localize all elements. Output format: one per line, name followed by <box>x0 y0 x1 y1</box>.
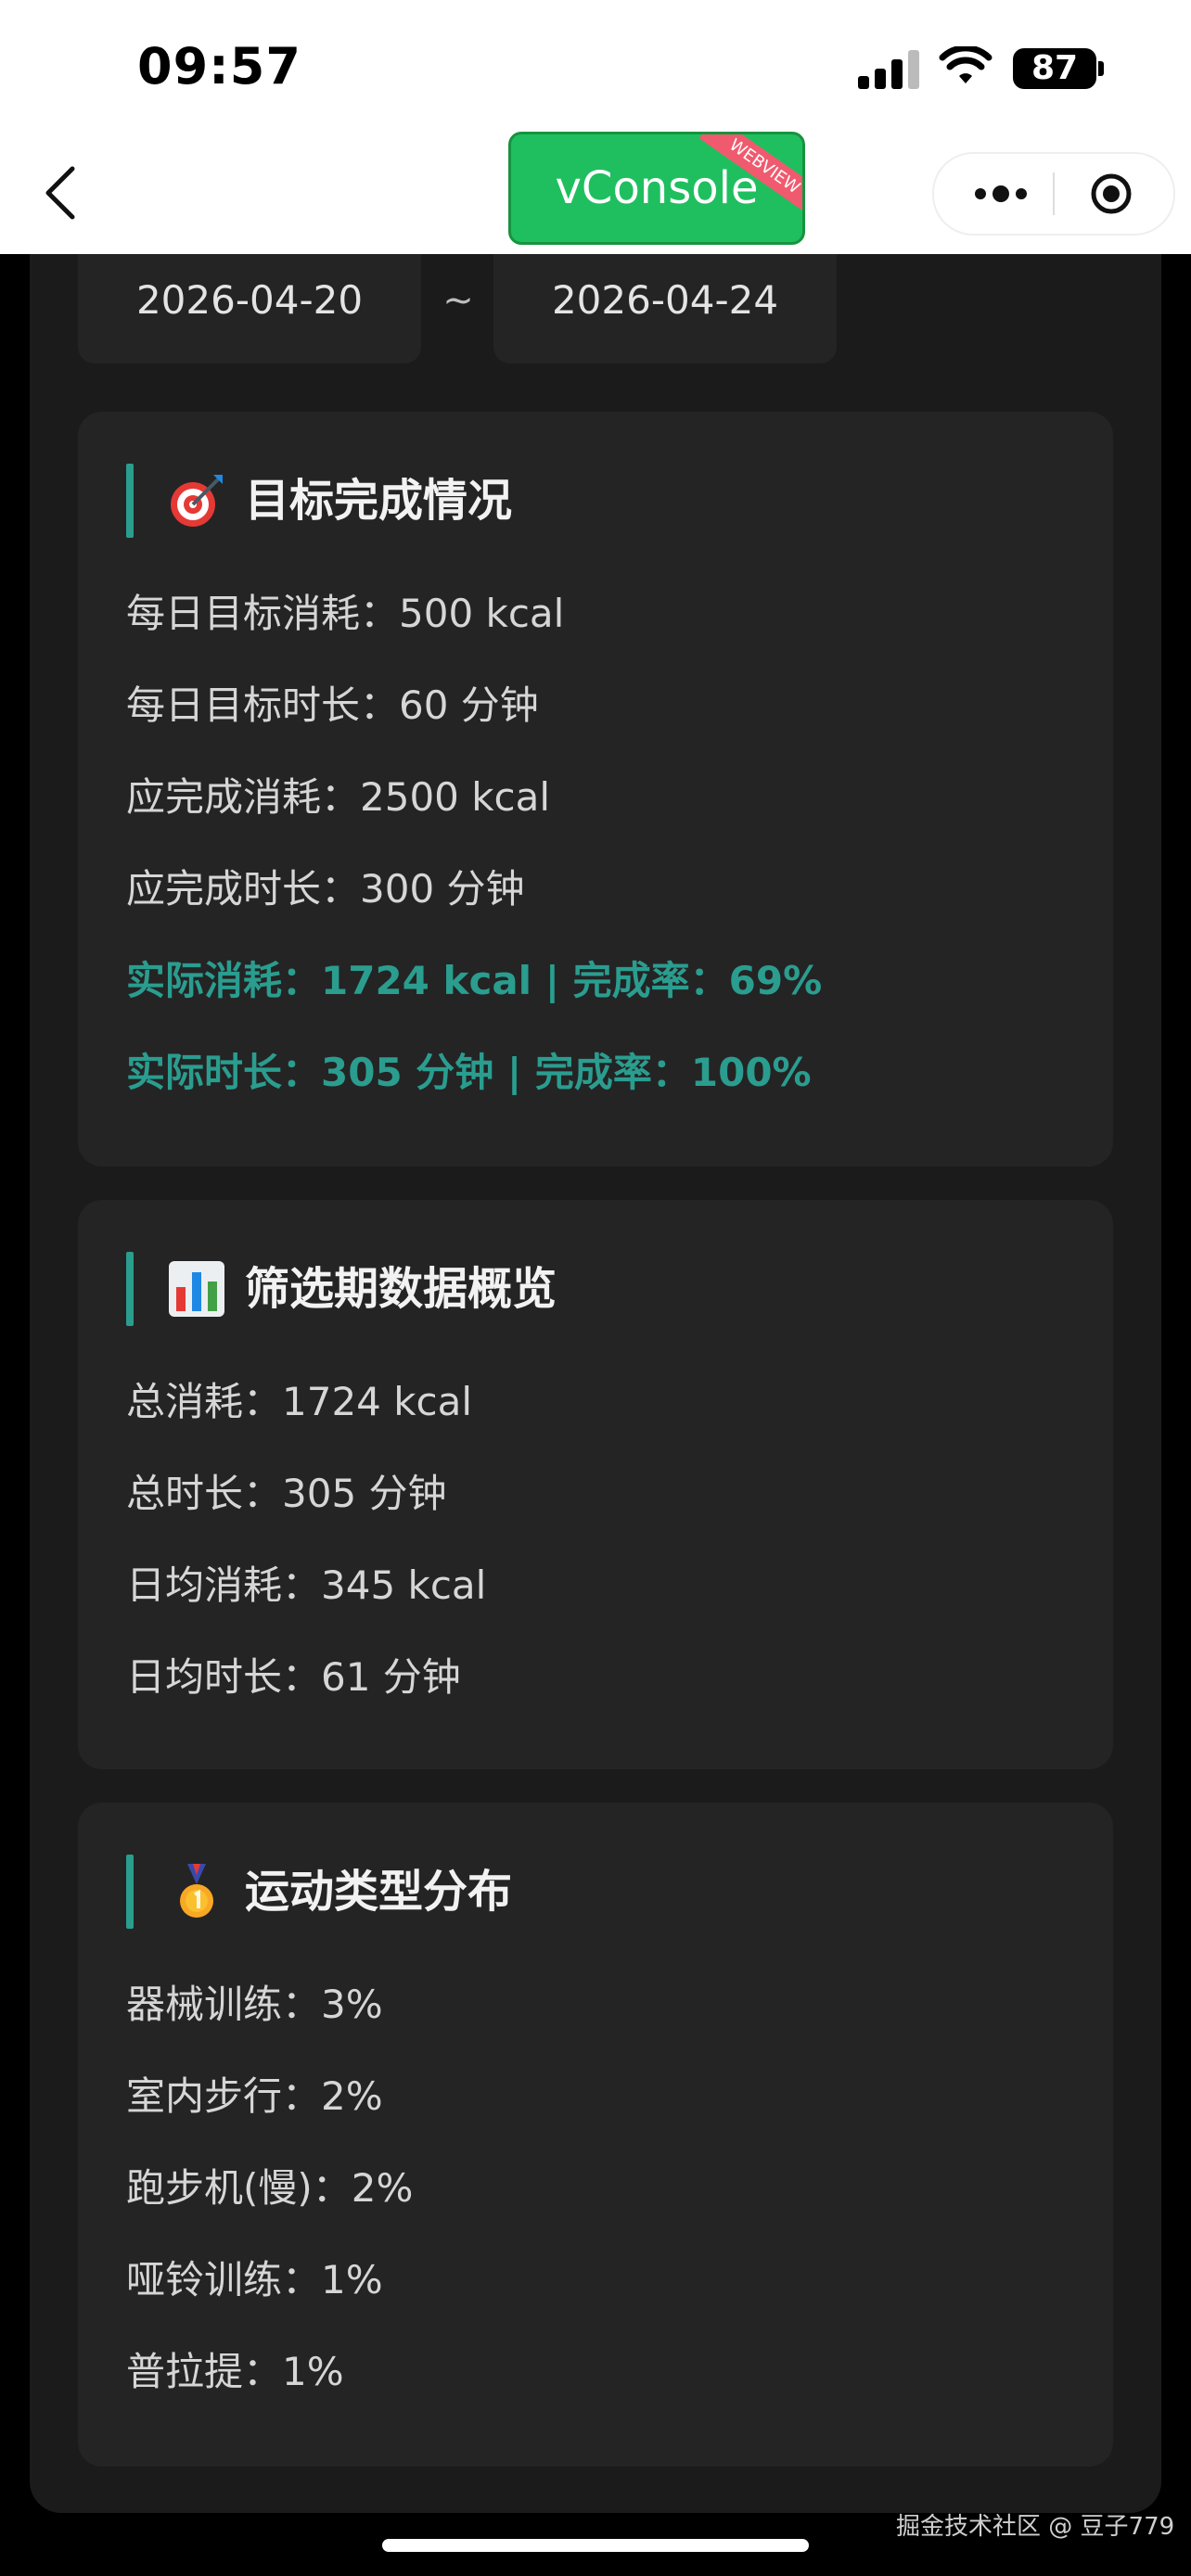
status-time: 09:57 <box>137 37 301 96</box>
back-arrow-icon[interactable] <box>43 165 80 221</box>
accent-bar <box>126 1252 134 1326</box>
close-target-icon[interactable] <box>1090 172 1133 215</box>
cellular-signal-icon <box>858 46 919 89</box>
daily-target-burn: 每日目标消耗：500 kcal <box>126 591 565 636</box>
avg-daily-burn: 日均消耗：345 kcal <box>126 1562 487 1608</box>
watermark-text: 掘金技术社区 @ 豆子779 <box>896 2513 1175 2541</box>
avg-daily-duration: 日均时长：61 分钟 <box>126 1654 461 1700</box>
stats-container: 2026-04-20 ~ 2026-04-24 目标完成情况 每日目标消耗：50… <box>30 254 1161 2513</box>
start-date-picker[interactable]: 2026-04-20 <box>78 254 421 363</box>
type-row-equipment: 器械训练：3% <box>126 1982 383 2027</box>
capsule-divider <box>1053 172 1055 215</box>
total-burn: 总消耗：1724 kcal <box>126 1379 473 1424</box>
type-row-treadmill: 跑步机(慢)：2% <box>126 2165 414 2211</box>
miniprogram-capsule <box>932 152 1175 236</box>
daily-target-duration: 每日目标时长：60 分钟 <box>126 682 539 728</box>
total-duration: 总时长：305 分钟 <box>126 1471 447 1516</box>
wifi-icon <box>939 46 992 83</box>
card-title: 运动类型分布 <box>245 1866 513 1918</box>
date-separator: ~ <box>442 279 474 322</box>
exercise-type-card: 运动类型分布 器械训练：3% 室内步行：2% 跑步机(慢)：2% 哑铃训练：1%… <box>78 1803 1113 2467</box>
battery-tip <box>1098 61 1104 76</box>
expected-duration: 应完成时长：300 分钟 <box>126 866 525 912</box>
more-dots-icon[interactable] <box>973 180 1029 208</box>
battery-indicator: 87 <box>1013 48 1096 89</box>
card-title: 筛选期数据概览 <box>245 1263 557 1315</box>
page-content: 2026-04-20 ~ 2026-04-24 目标完成情况 每日目标消耗：50… <box>0 254 1191 2576</box>
period-overview-card: 筛选期数据概览 总消耗：1724 kcal 总时长：305 分钟 日均消耗：34… <box>78 1200 1113 1769</box>
actual-burn-rate: 实际消耗：1724 kcal | 完成率：69% <box>126 958 823 1003</box>
type-row-indoor-walk: 室内步行：2% <box>126 2073 383 2119</box>
accent-bar <box>126 464 134 538</box>
goal-completion-card: 目标完成情况 每日目标消耗：500 kcal 每日目标时长：60 分钟 应完成消… <box>78 412 1113 1167</box>
actual-duration-rate: 实际时长：305 分钟 | 完成率：100% <box>126 1050 812 1095</box>
type-row-dumbbell: 哑铃训练：1% <box>126 2257 383 2302</box>
bar-chart-icon <box>169 1261 224 1317</box>
accent-bar <box>126 1855 134 1929</box>
dart-target-icon <box>171 475 223 527</box>
expected-burn: 应完成消耗：2500 kcal <box>126 774 551 820</box>
status-bar: 09:57 87 <box>0 0 1191 130</box>
card-title: 目标完成情况 <box>245 475 513 527</box>
vconsole-button[interactable]: vConsole WEBVIEW <box>508 132 805 245</box>
medal-icon <box>180 1864 213 1918</box>
type-row-pilates: 普拉提：1% <box>126 2349 344 2394</box>
end-date-picker[interactable]: 2026-04-24 <box>493 254 837 363</box>
home-indicator[interactable] <box>382 2539 809 2552</box>
